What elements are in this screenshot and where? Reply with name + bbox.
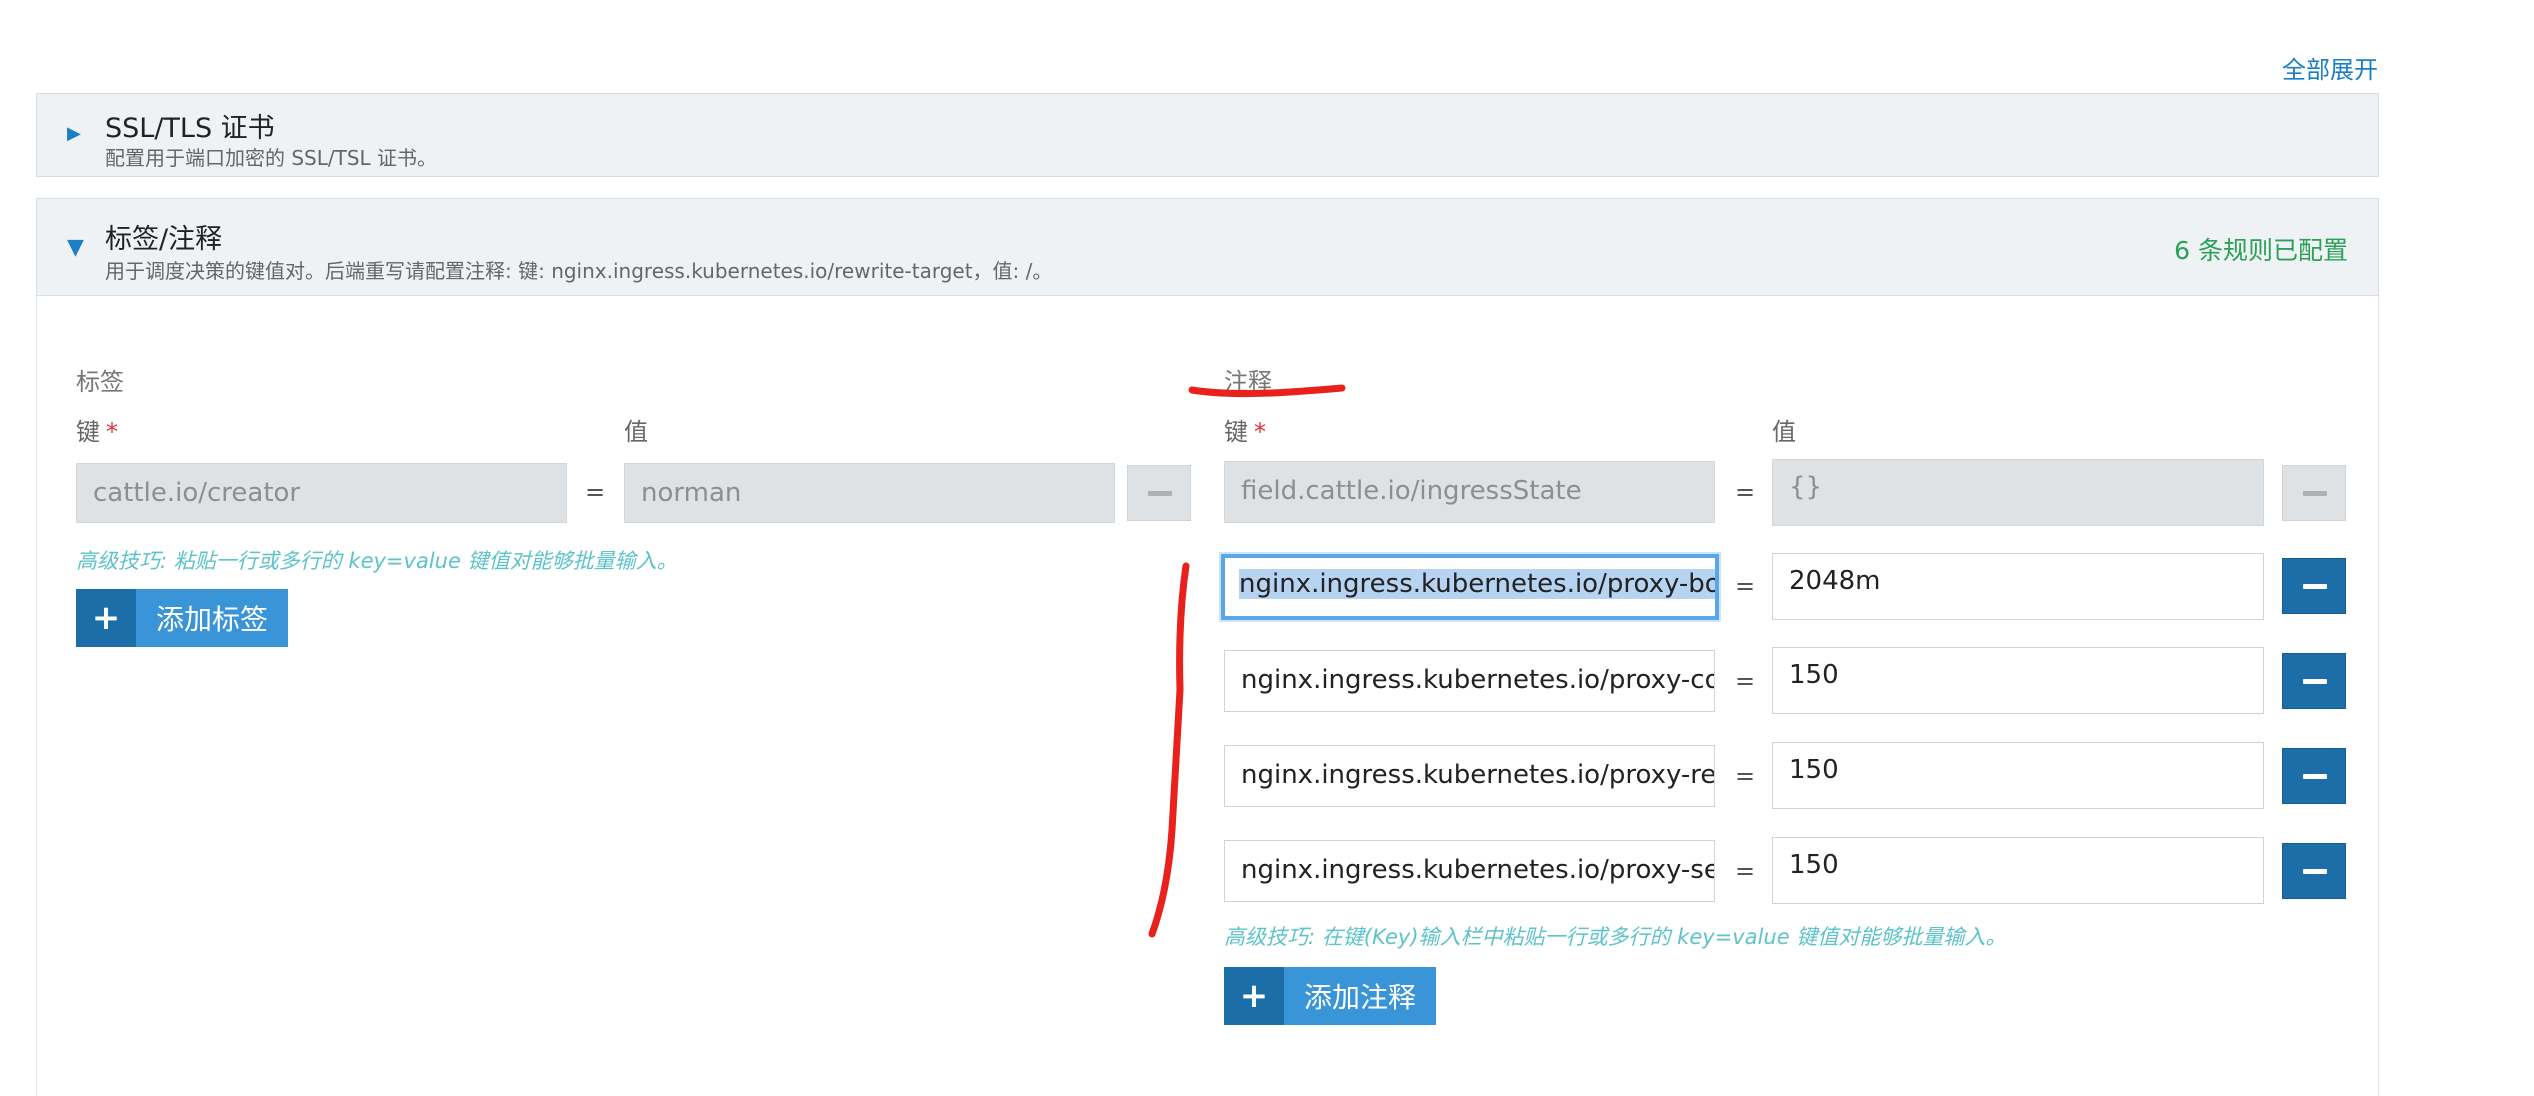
- markup-overlay: [1148, 384, 1346, 938]
- annotations-underline-mark: [1188, 384, 1346, 398]
- annotations-bracket-mark: [1148, 562, 1190, 938]
